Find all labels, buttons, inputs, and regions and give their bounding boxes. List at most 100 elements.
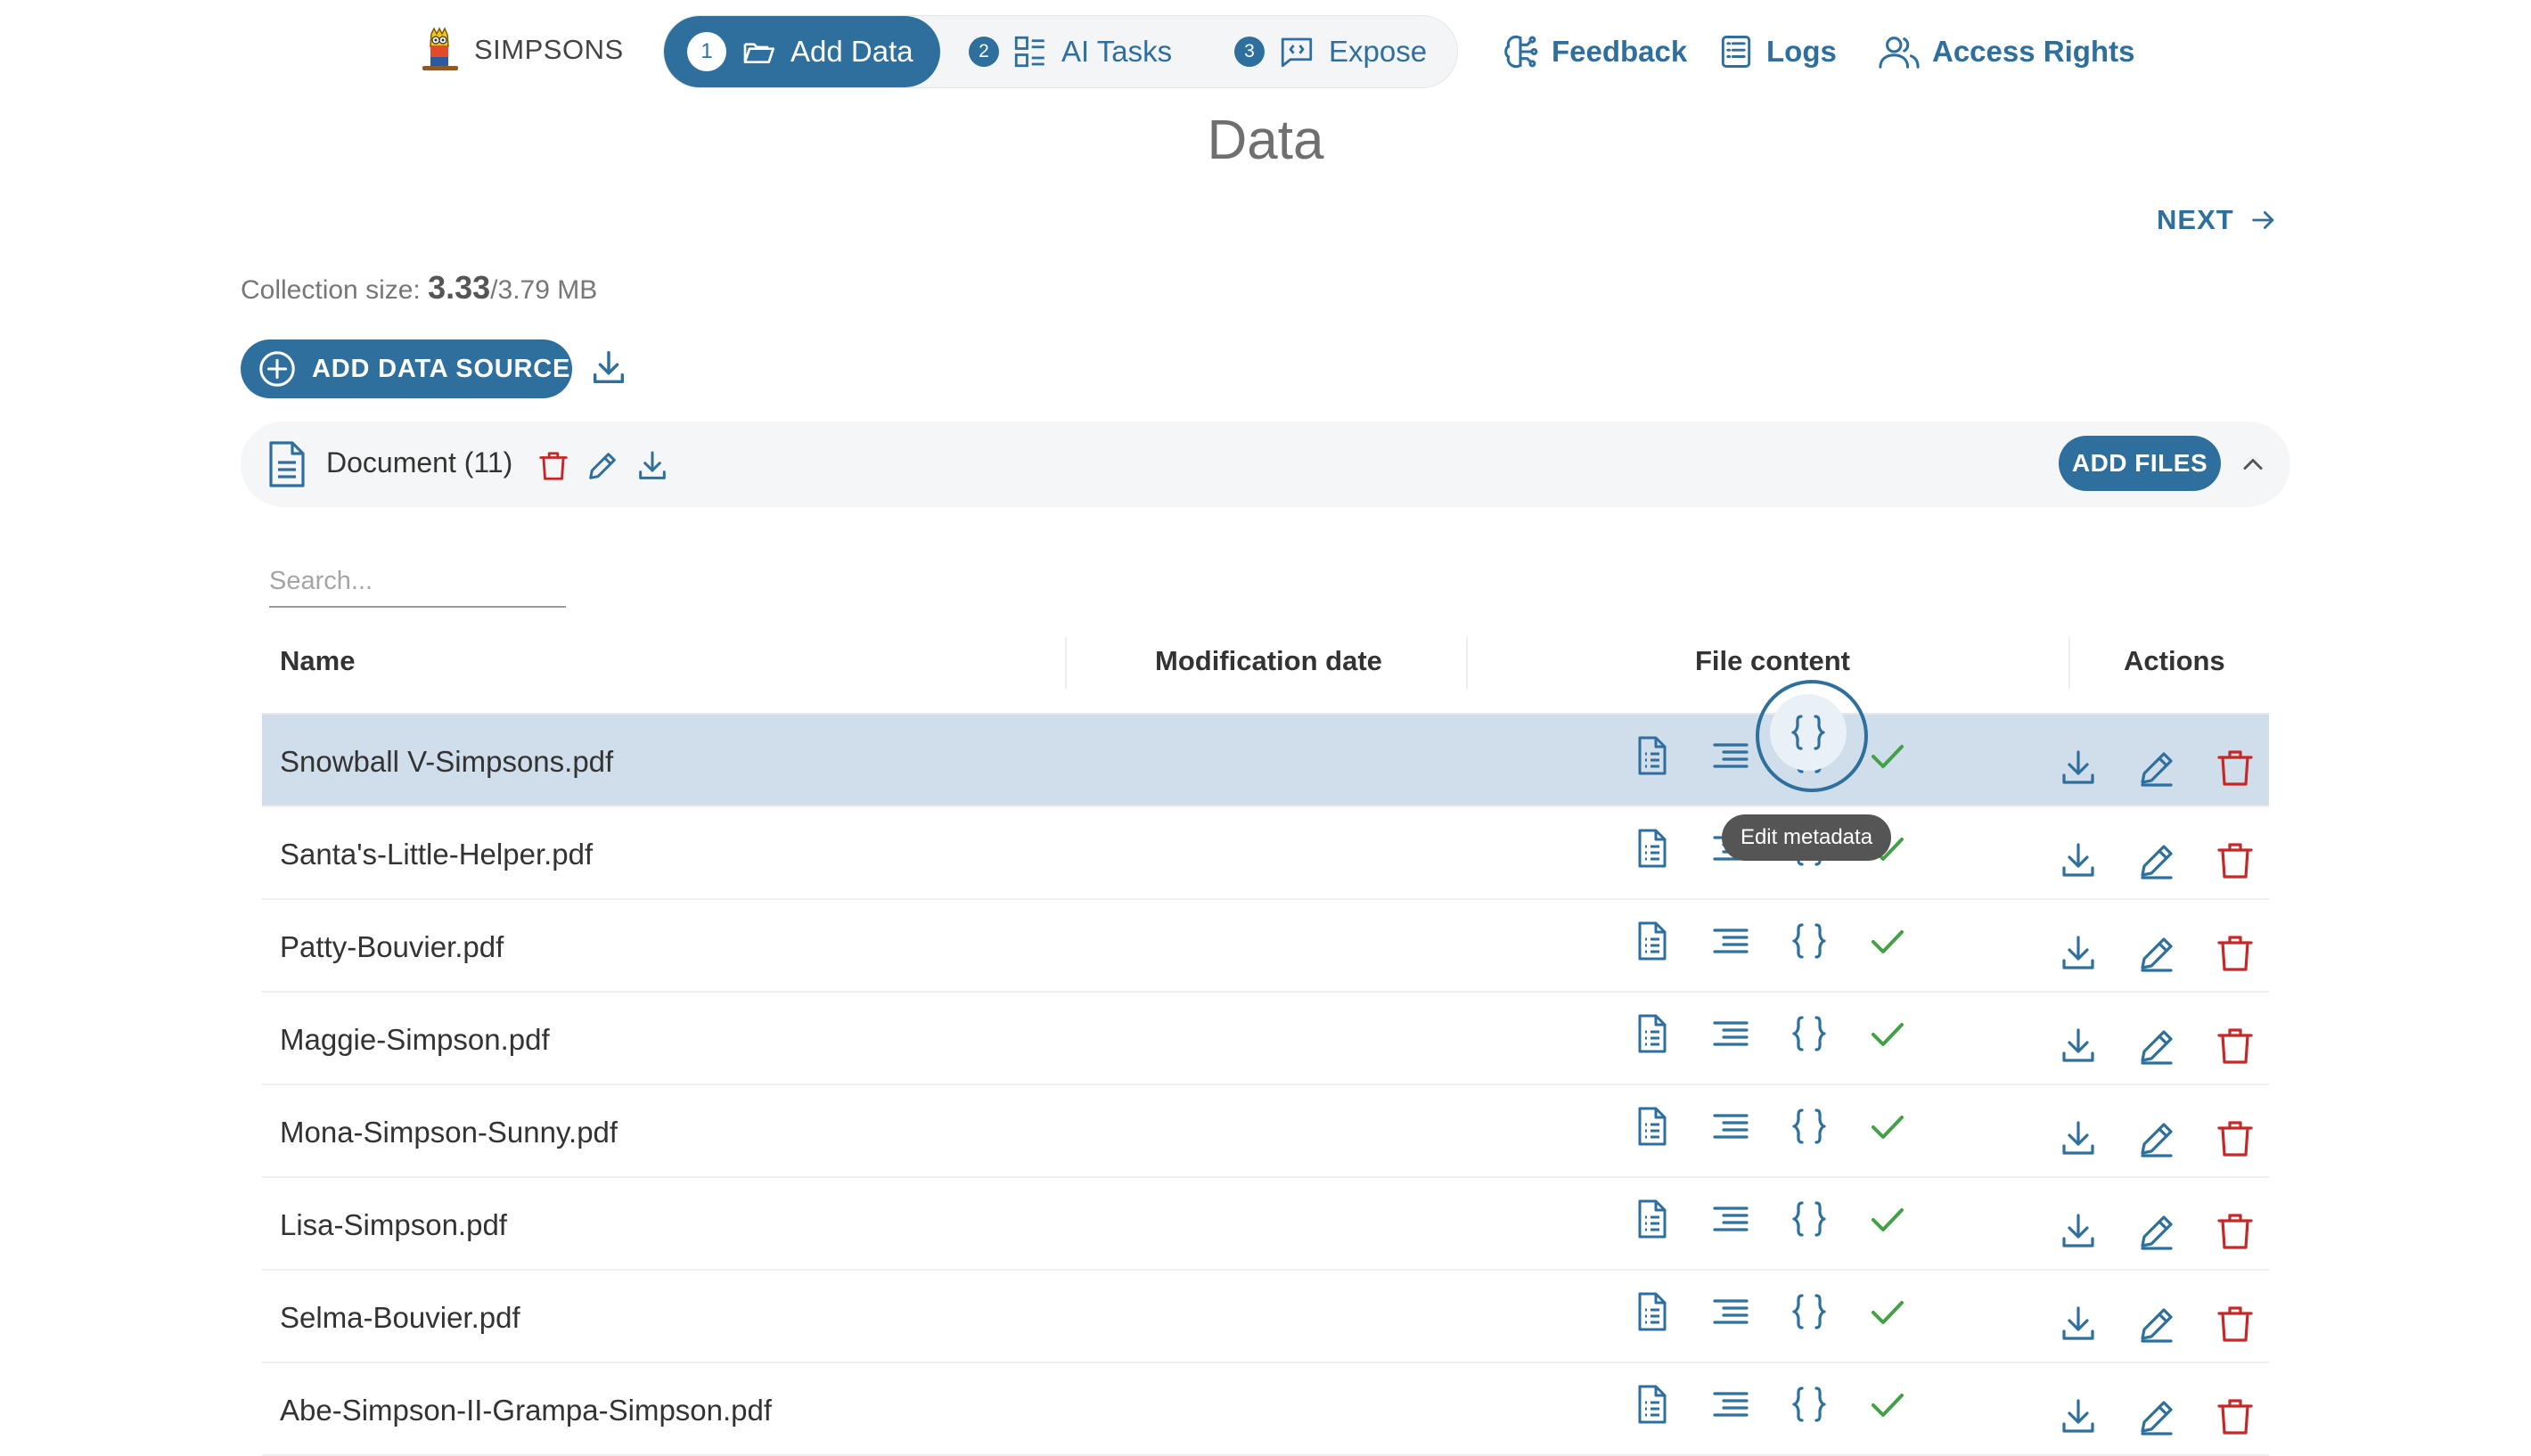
- next-button[interactable]: NEXT: [2157, 198, 2279, 242]
- chunks-list-icon[interactable]: [1709, 1198, 1752, 1240]
- table-row[interactable]: Maggie-Simpson.pdf: [262, 993, 2269, 1085]
- step-number: 3: [1234, 37, 1265, 67]
- nav-feedback[interactable]: Feedback: [1500, 27, 1687, 77]
- check-icon: [1872, 930, 1904, 953]
- file-name: Selma-Bouvier.pdf: [280, 1301, 520, 1334]
- collection-size: Collection size: 3.33/3.79 MB: [241, 269, 597, 307]
- download-file-icon[interactable]: [2057, 1025, 2100, 1067]
- column-header-name[interactable]: Name: [280, 645, 355, 677]
- nav-logs-label: Logs: [1766, 35, 1837, 68]
- download-group-icon[interactable]: [635, 448, 670, 484]
- text-content-icon[interactable]: [1631, 734, 1674, 777]
- column-divider: [1466, 637, 1468, 689]
- edit-group-icon[interactable]: [585, 448, 620, 484]
- next-label: NEXT: [2157, 204, 2234, 235]
- chunks-list-icon[interactable]: [1709, 1383, 1752, 1426]
- users-icon: [1879, 37, 1920, 69]
- delete-file-icon[interactable]: [2214, 932, 2257, 975]
- edit-file-icon[interactable]: [2135, 1303, 2178, 1346]
- chunks-list-icon[interactable]: [1709, 1012, 1752, 1055]
- delete-file-icon[interactable]: [2214, 1395, 2257, 1438]
- simpsons-logo-icon: [422, 27, 458, 70]
- step-expose[interactable]: 3 Expose: [1234, 16, 1427, 87]
- chunks-list-icon[interactable]: [1709, 1105, 1752, 1148]
- table-row[interactable]: Selma-Bouvier.pdf: [262, 1271, 2269, 1363]
- check-icon: [1872, 1208, 1904, 1231]
- table-row[interactable]: Lisa-Simpson.pdf: [262, 1178, 2269, 1271]
- text-content-icon[interactable]: [1631, 1290, 1674, 1333]
- chunks-list-icon[interactable]: [1709, 734, 1752, 777]
- table-row[interactable]: Santa's-Little-Helper.pdf: [262, 807, 2269, 900]
- chunks-list-icon[interactable]: [1709, 1290, 1752, 1333]
- chat-code-icon: [1281, 37, 1313, 68]
- tasks-list-icon: [1014, 36, 1044, 68]
- column-divider: [1065, 637, 1067, 689]
- page-title: Data: [1207, 110, 1324, 171]
- nav-logs[interactable]: Logs: [1716, 27, 1837, 77]
- delete-file-icon[interactable]: [2214, 747, 2257, 789]
- edit-file-icon[interactable]: [2135, 1117, 2178, 1160]
- edit-file-icon[interactable]: [2135, 1025, 2178, 1067]
- file-name: Santa's-Little-Helper.pdf: [280, 838, 594, 871]
- nav-access-rights[interactable]: Access Rights: [1877, 27, 2134, 77]
- metadata-braces-icon[interactable]: [1788, 1290, 1831, 1333]
- column-header-modification-date[interactable]: Modification date: [1155, 645, 1382, 677]
- metadata-braces-icon[interactable]: [1788, 1105, 1831, 1148]
- delete-group-icon[interactable]: [537, 448, 570, 484]
- add-data-source-button[interactable]: ADD DATA SOURCE: [241, 339, 572, 398]
- text-content-icon[interactable]: [1631, 1198, 1674, 1240]
- check-icon: [1872, 745, 1904, 768]
- table-row[interactable]: Patty-Bouvier.pdf: [262, 900, 2269, 993]
- delete-file-icon[interactable]: [2214, 1117, 2257, 1160]
- document-group-label: Document (11): [326, 446, 513, 479]
- step-label: Expose: [1329, 35, 1428, 68]
- text-content-icon[interactable]: [1631, 1383, 1674, 1426]
- download-file-icon[interactable]: [2057, 747, 2100, 789]
- focus-ring: [1756, 680, 1868, 792]
- download-file-icon[interactable]: [2057, 1117, 2100, 1160]
- table-row[interactable]: Abe-Simpson-II-Grampa-Simpson.pdf: [262, 1363, 2269, 1456]
- delete-file-icon[interactable]: [2214, 839, 2257, 882]
- search-input[interactable]: [269, 556, 566, 608]
- file-name: Patty-Bouvier.pdf: [280, 930, 504, 963]
- edit-file-icon[interactable]: [2135, 1395, 2178, 1438]
- plus-circle-icon: [259, 351, 295, 387]
- download-file-icon[interactable]: [2057, 1395, 2100, 1438]
- step-ai-tasks[interactable]: 2 AI Tasks: [969, 16, 1172, 87]
- table-row[interactable]: Mona-Simpson-Sunny.pdf: [262, 1085, 2269, 1178]
- download-file-icon[interactable]: [2057, 1303, 2100, 1346]
- delete-file-icon[interactable]: [2214, 1210, 2257, 1253]
- download-file-icon[interactable]: [2057, 932, 2100, 975]
- text-content-icon[interactable]: [1631, 827, 1674, 870]
- chevron-up-icon[interactable]: [2237, 448, 2269, 480]
- step-add-data[interactable]: 1 Add Data: [664, 16, 940, 87]
- file-name: Mona-Simpson-Sunny.pdf: [280, 1116, 618, 1149]
- download-file-icon[interactable]: [2057, 839, 2100, 882]
- edit-file-icon[interactable]: [2135, 839, 2178, 882]
- logs-icon: [1721, 36, 1751, 68]
- download-all-button[interactable]: [588, 348, 629, 389]
- metadata-braces-icon[interactable]: [1788, 920, 1831, 962]
- edit-file-icon[interactable]: [2135, 932, 2178, 975]
- delete-file-icon[interactable]: [2214, 1025, 2257, 1067]
- edit-file-icon[interactable]: [2135, 747, 2178, 789]
- metadata-braces-icon[interactable]: [1788, 1198, 1831, 1240]
- text-content-icon[interactable]: [1631, 1105, 1674, 1148]
- table-row[interactable]: Snowball V-Simpsons.pdf: [262, 715, 2269, 807]
- chunks-list-icon[interactable]: [1709, 920, 1752, 962]
- delete-file-icon[interactable]: [2214, 1303, 2257, 1346]
- edit-file-icon[interactable]: [2135, 1210, 2178, 1253]
- file-name: Abe-Simpson-II-Grampa-Simpson.pdf: [280, 1394, 773, 1427]
- document-group-header: Document (11) ADD FILES: [241, 421, 2290, 507]
- brand-logo[interactable]: SIMPSONS: [419, 25, 624, 75]
- collection-size-label: Collection size:: [241, 275, 429, 305]
- add-data-source-label: ADD DATA SOURCE: [312, 354, 571, 383]
- arrow-right-icon: [2251, 211, 2274, 229]
- collection-size-used: 3.33: [428, 269, 491, 306]
- metadata-braces-icon[interactable]: [1788, 1383, 1831, 1426]
- metadata-braces-icon[interactable]: [1788, 1012, 1831, 1055]
- text-content-icon[interactable]: [1631, 920, 1674, 962]
- text-content-icon[interactable]: [1631, 1012, 1674, 1055]
- download-file-icon[interactable]: [2057, 1210, 2100, 1253]
- add-files-button[interactable]: ADD FILES: [2059, 436, 2221, 491]
